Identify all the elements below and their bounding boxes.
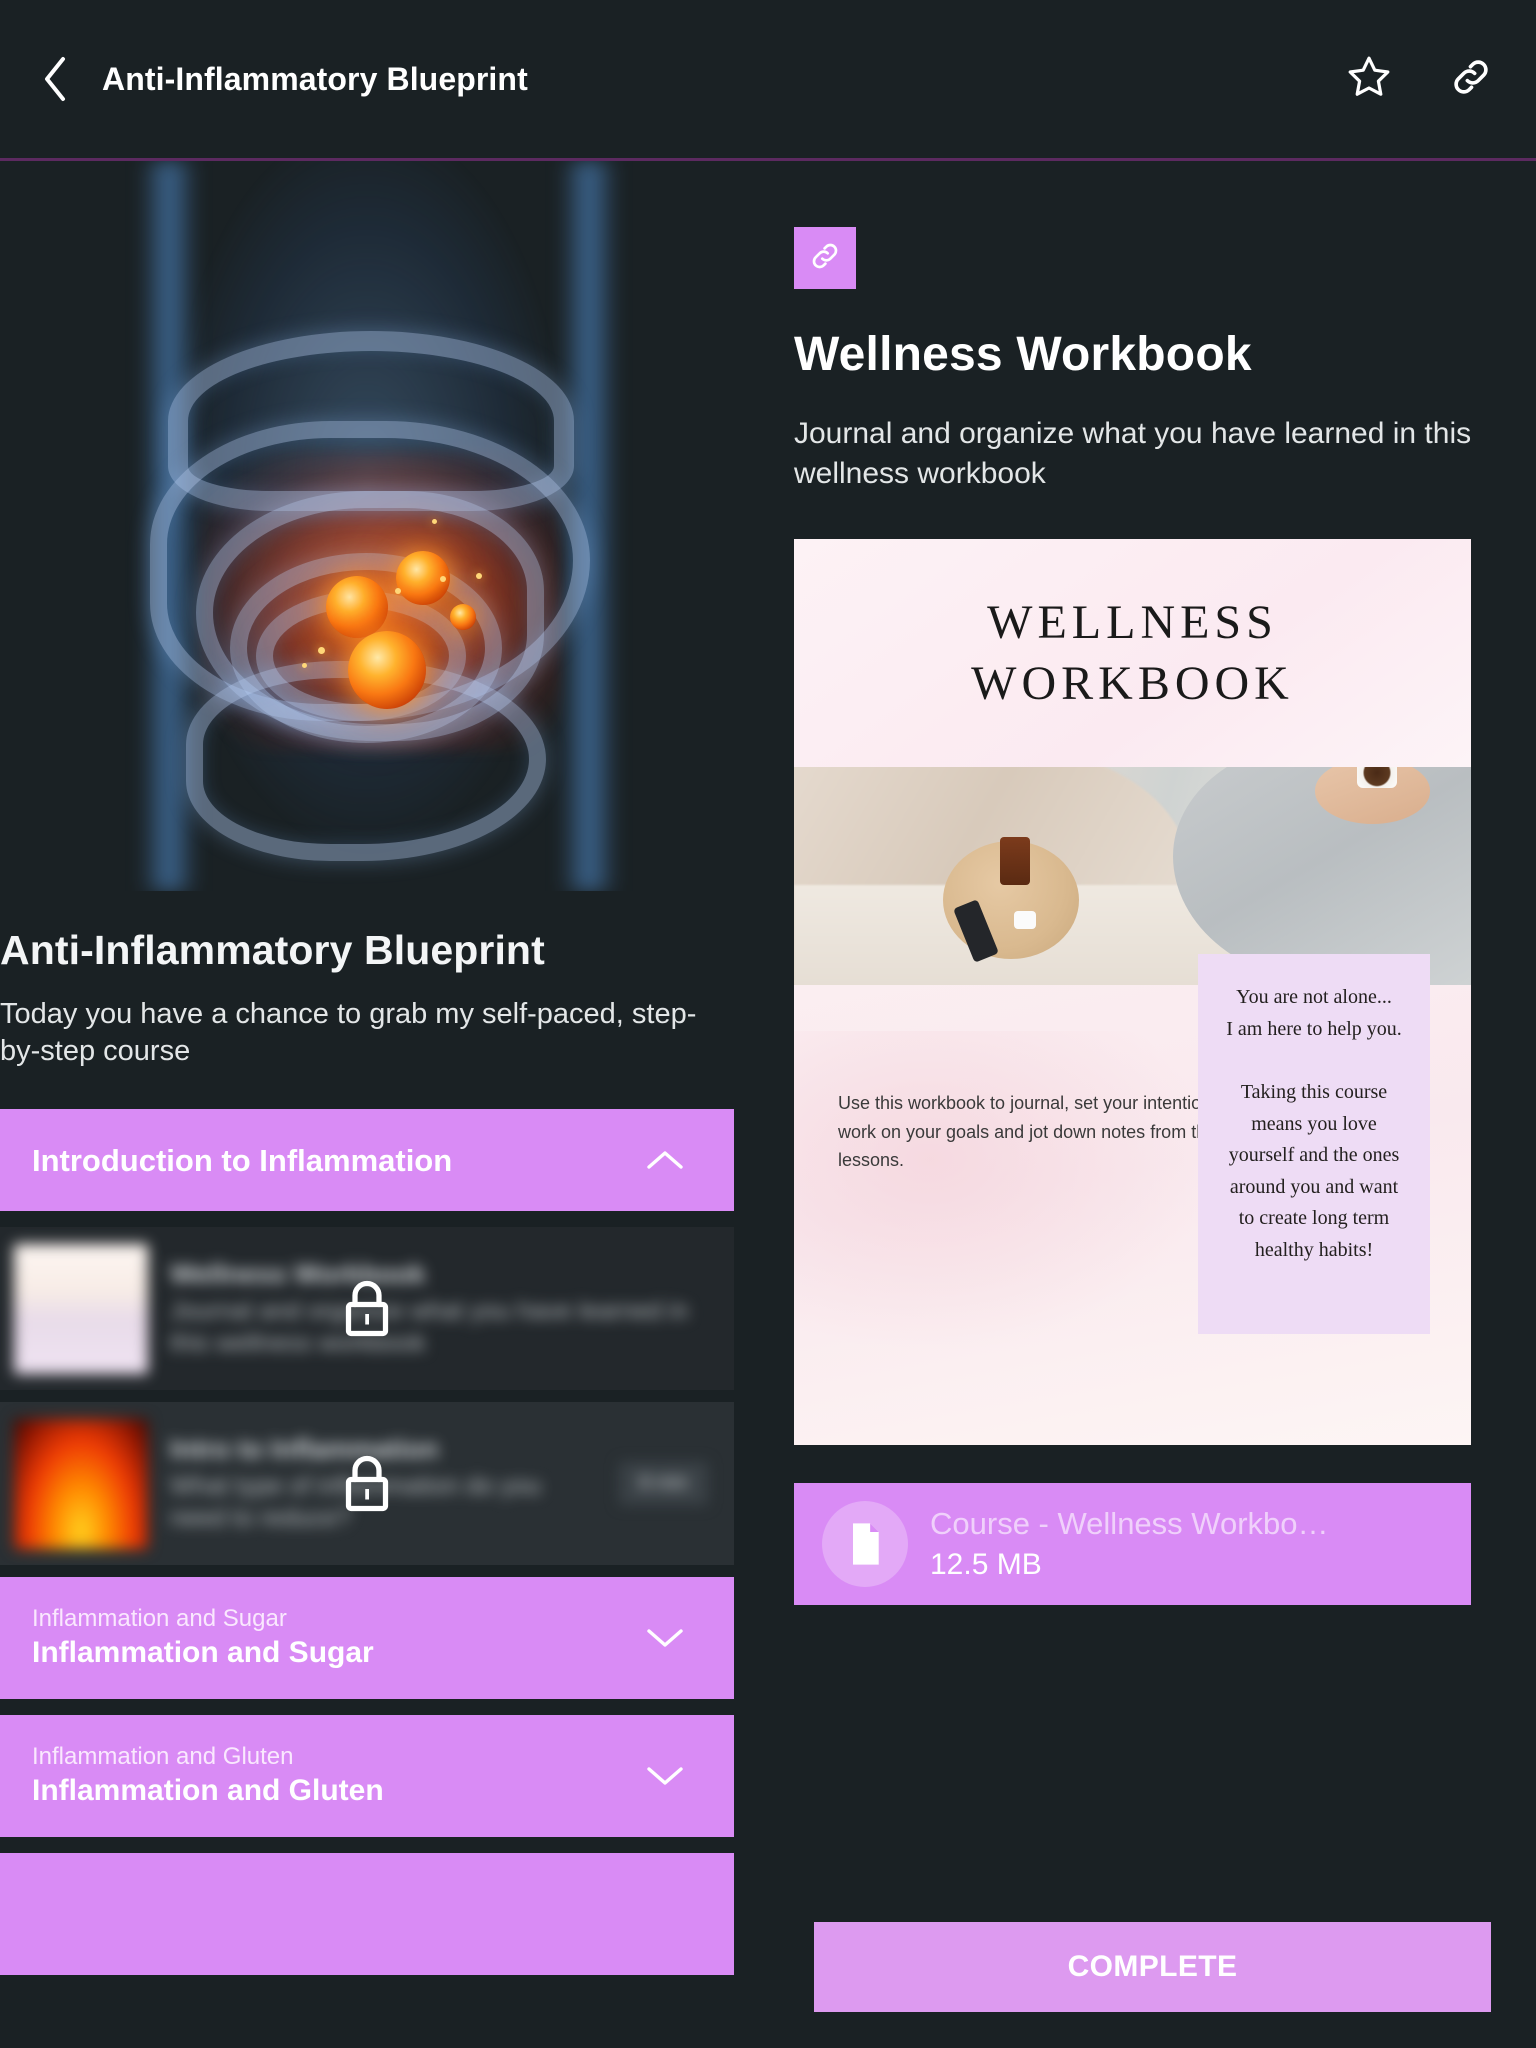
- lock-icon: [337, 1451, 397, 1517]
- share-link-button[interactable]: [1444, 52, 1498, 106]
- spark-particle: [476, 573, 482, 579]
- chevron-up-icon[interactable]: [642, 1137, 688, 1183]
- content-columns: Anti-Inflammatory Blueprint Today you ha…: [0, 161, 1536, 2048]
- lesson-type-badge: [794, 227, 856, 289]
- complete-button[interactable]: COMPLETE: [814, 1922, 1491, 2012]
- lesson-row-wellness-workbook[interactable]: Wellness Workbook Journal and organize w…: [0, 1227, 734, 1391]
- lesson-thumbnail: [14, 1418, 148, 1549]
- lock-icon: [337, 1276, 397, 1342]
- course-column: Anti-Inflammatory Blueprint Today you ha…: [0, 161, 734, 2048]
- workbook-lower-page: Use this workbook to journal, set your i…: [794, 954, 1471, 1446]
- chevron-left-icon: [41, 55, 71, 103]
- spark-particle: [302, 663, 307, 668]
- course-title: Anti-Inflammatory Blueprint: [0, 927, 545, 973]
- workbook-quote-card: You are not alone... I am here to help y…: [1198, 954, 1430, 1335]
- app-screen: Anti-Inflammatory Blueprint Anti-Inflamm…: [0, 0, 1536, 2048]
- workbook-cover-heading: WELLNESS WORKBOOK: [794, 539, 1471, 768]
- section-title: Inflammation and Sugar: [32, 1635, 374, 1669]
- candle-shape: [1000, 836, 1031, 885]
- top-app-bar: Anti-Inflammatory Blueprint: [0, 0, 1536, 161]
- lesson-detail-panel: Wellness Workbook Journal and organize w…: [734, 161, 1536, 1606]
- section-header-introduction-to-inflammation[interactable]: Introduction to Inflammation: [0, 1109, 734, 1212]
- page-title: Anti-Inflammatory Blueprint: [102, 60, 528, 97]
- section-title: Inflammation and Gluten: [32, 1773, 384, 1807]
- lesson-duration-badge: 8 min: [619, 1462, 708, 1506]
- link-icon: [1448, 54, 1494, 105]
- section-header-texts: Inflammation and Gluten Inflammation and…: [32, 1743, 642, 1810]
- curriculum-sections: Introduction to Inflammation Wellness Wo…: [0, 1109, 734, 1976]
- spark-particle: [318, 647, 325, 654]
- spark-particle: [432, 519, 437, 524]
- lesson-thumbnail: [14, 1243, 148, 1374]
- course-hero-image: [0, 161, 734, 891]
- lesson-description: Journal and organize what you have learn…: [794, 417, 1472, 490]
- attachment-download-button[interactable]: Course - Wellness Workbo… 12.5 MB: [794, 1483, 1471, 1606]
- lesson-detail-column: Wellness Workbook Journal and organize w…: [734, 161, 1536, 2048]
- attachment-texts: Course - Wellness Workbo… 12.5 MB: [930, 1506, 1329, 1582]
- spark-particle: [395, 588, 401, 594]
- lesson-title: Wellness Workbook: [170, 1259, 426, 1290]
- section-header-next[interactable]: [0, 1853, 734, 1976]
- workbook-heading-line-1: WELLNESS: [987, 595, 1278, 649]
- workbook-lifestyle-photo: [794, 767, 1471, 986]
- attachment-size: 12.5 MB: [930, 1548, 1042, 1582]
- favorite-button[interactable]: [1342, 52, 1396, 106]
- document-icon: [822, 1501, 908, 1588]
- workbook-quote-text: You are not alone... I am here to help y…: [1226, 986, 1402, 1261]
- coffee-cup-shape: [1356, 767, 1397, 789]
- spark-particle: [440, 576, 446, 582]
- section-header-texts: Introduction to Inflammation: [32, 1141, 642, 1180]
- top-bar-actions: [1342, 52, 1498, 106]
- chevron-down-icon[interactable]: [642, 1615, 688, 1661]
- lesson-row-intro-to-inflammation[interactable]: Intro to Inflammation What type of infla…: [0, 1402, 734, 1566]
- earbuds-case-shape: [1014, 911, 1037, 930]
- section-header-inflammation-and-sugar[interactable]: Inflammation and Sugar Inflammation and …: [0, 1577, 734, 1700]
- workbook-instructions-text: Use this workbook to journal, set your i…: [838, 1093, 1226, 1171]
- course-description: Today you have a chance to grab my self-…: [0, 998, 697, 1067]
- star-icon: [1345, 53, 1393, 106]
- back-button[interactable]: [30, 53, 82, 105]
- inflammation-cell: [348, 631, 426, 709]
- section-title: Introduction to Inflammation: [32, 1142, 453, 1178]
- section-subtitle: Inflammation and Sugar: [32, 1604, 287, 1632]
- lesson-title: Wellness Workbook: [794, 328, 1252, 381]
- watercolor-wash: [794, 1031, 1214, 1354]
- workbook-preview-image: WELLNESS WORKBOOK Use this workbook to j…: [794, 539, 1471, 1446]
- section-subtitle: Inflammation and Gluten: [32, 1742, 294, 1770]
- workbook-heading-line-2: WORKBOOK: [971, 657, 1294, 711]
- chevron-down-icon[interactable]: [642, 1753, 688, 1799]
- section-header-texts: Inflammation and Sugar Inflammation and …: [32, 1605, 642, 1672]
- inflammation-cell: [450, 604, 476, 630]
- link-icon: [808, 239, 842, 278]
- lesson-description: Journal and organize what you have learn…: [170, 1296, 689, 1357]
- lesson-texts: Wellness Workbook Journal and organize w…: [170, 1258, 708, 1358]
- attachment-name: Course - Wellness Workbo…: [930, 1506, 1329, 1542]
- section-header-inflammation-and-gluten[interactable]: Inflammation and Gluten Inflammation and…: [0, 1715, 734, 1838]
- inflammation-cell: [326, 576, 388, 638]
